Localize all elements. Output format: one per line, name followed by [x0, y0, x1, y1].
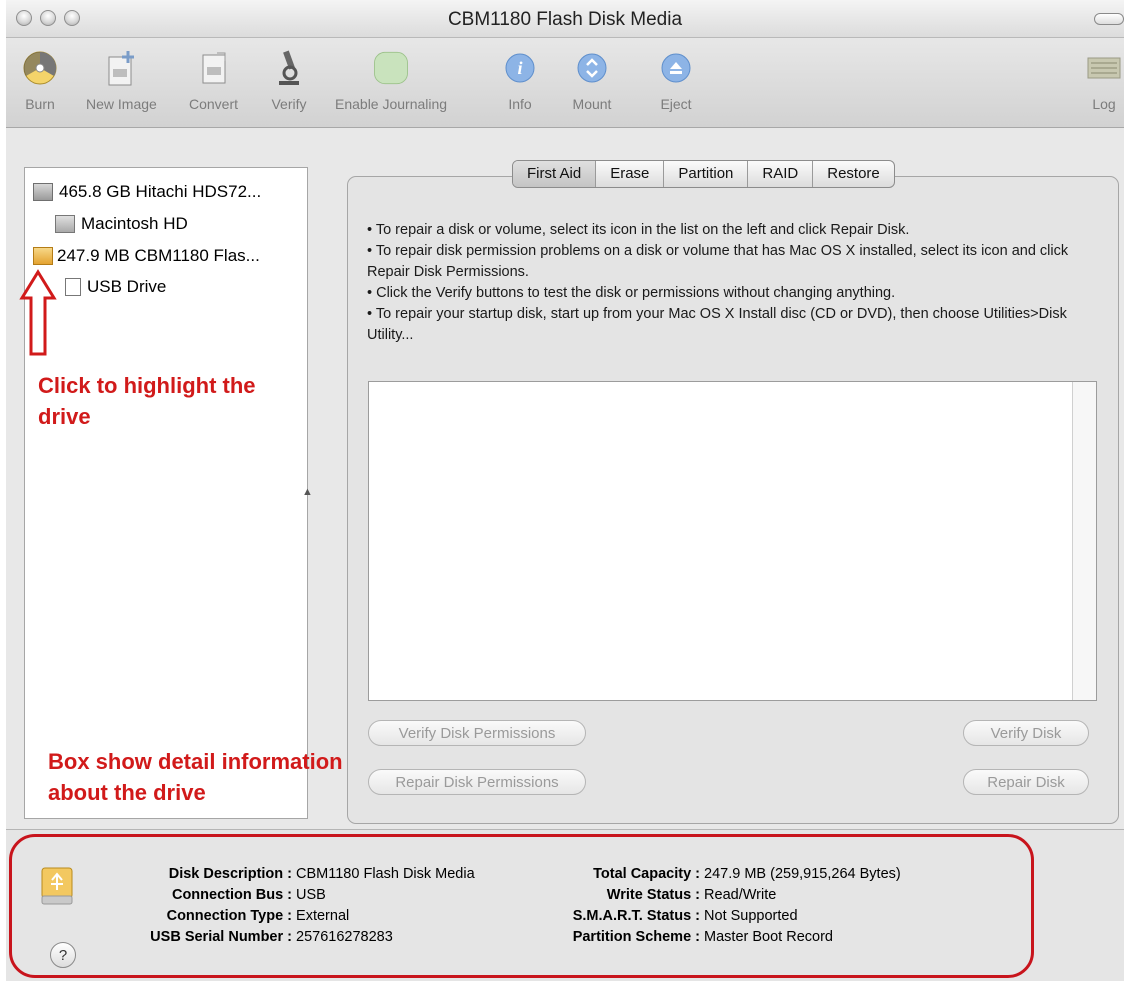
sidebar-resize-arrow-icon[interactable]: ▲ [302, 486, 313, 498]
eject-icon [656, 48, 696, 88]
toolbar-toggle-button[interactable] [1094, 13, 1124, 25]
tab-raid[interactable]: RAID [748, 161, 814, 187]
window-title: CBM1180 Flash Disk Media [447, 9, 683, 30]
mount-button[interactable]: Mount [572, 48, 612, 112]
tab-erase[interactable]: Erase [596, 161, 665, 187]
red-up-arrow-icon [19, 269, 57, 356]
annotation-box-detail: Box show detail information about the dr… [48, 749, 343, 805]
svg-text:i: i [517, 58, 522, 78]
repair-disk-button[interactable]: Repair Disk [963, 769, 1089, 795]
eject-button[interactable]: Eject [656, 48, 696, 112]
mount-icon [572, 48, 612, 88]
burn-icon [20, 48, 60, 88]
burn-button[interactable]: Burn [20, 48, 60, 112]
volume-checkbox-icon [65, 278, 81, 296]
volume-icon [55, 215, 75, 233]
annotation-click-highlight: Click to highlight the drive [38, 373, 256, 429]
sidebar-item-usb-drive[interactable]: USB Drive [65, 272, 347, 302]
tab-bar: First Aid Erase Partition RAID Restore [512, 160, 895, 188]
tab-first-aid[interactable]: First Aid [513, 161, 597, 187]
hard-disk-icon [33, 183, 53, 201]
first-aid-instructions: • To repair a disk or volume, select its… [367, 222, 1069, 343]
sidebar-item-cbm1180-disk[interactable]: 247.9 MB CBM1180 Flas... [33, 241, 315, 271]
info-icon: i [500, 48, 540, 88]
info-button[interactable]: i Info [500, 48, 540, 112]
toolbar: Burn New Image Convert Verify Enable Jou… [6, 38, 1124, 128]
sidebar-item-macintosh-hd[interactable]: Macintosh HD [55, 209, 337, 239]
first-aid-log [368, 381, 1097, 701]
repair-disk-permissions-button[interactable]: Repair Disk Permissions [368, 769, 586, 795]
convert-button[interactable]: Convert [189, 48, 238, 112]
info-highlight-outline [9, 834, 1034, 978]
convert-icon [194, 48, 234, 88]
disk-list[interactable]: 465.8 GB Hitachi HDS72... Macintosh HD 2… [24, 167, 308, 819]
tab-partition[interactable]: Partition [664, 161, 749, 187]
verify-button[interactable]: Verify [269, 48, 309, 112]
log-button[interactable]: Log [1084, 48, 1124, 112]
journaling-icon [371, 48, 411, 88]
verify-disk-permissions-button[interactable]: Verify Disk Permissions [368, 720, 586, 746]
log-scrollbar[interactable] [1072, 382, 1096, 700]
verify-disk-button[interactable]: Verify Disk [963, 720, 1089, 746]
log-icon [1084, 48, 1124, 88]
new-image-button[interactable]: New Image [86, 48, 157, 112]
title-bar: CBM1180 Flash Disk Media [6, 0, 1124, 38]
sidebar-item-hitachi-disk[interactable]: 465.8 GB Hitachi HDS72... [33, 177, 315, 207]
usb-disk-icon [33, 247, 53, 265]
microscope-icon [269, 48, 309, 88]
tab-restore[interactable]: Restore [813, 161, 894, 187]
new-image-icon [101, 48, 141, 88]
enable-journaling-button[interactable]: Enable Journaling [335, 48, 447, 112]
